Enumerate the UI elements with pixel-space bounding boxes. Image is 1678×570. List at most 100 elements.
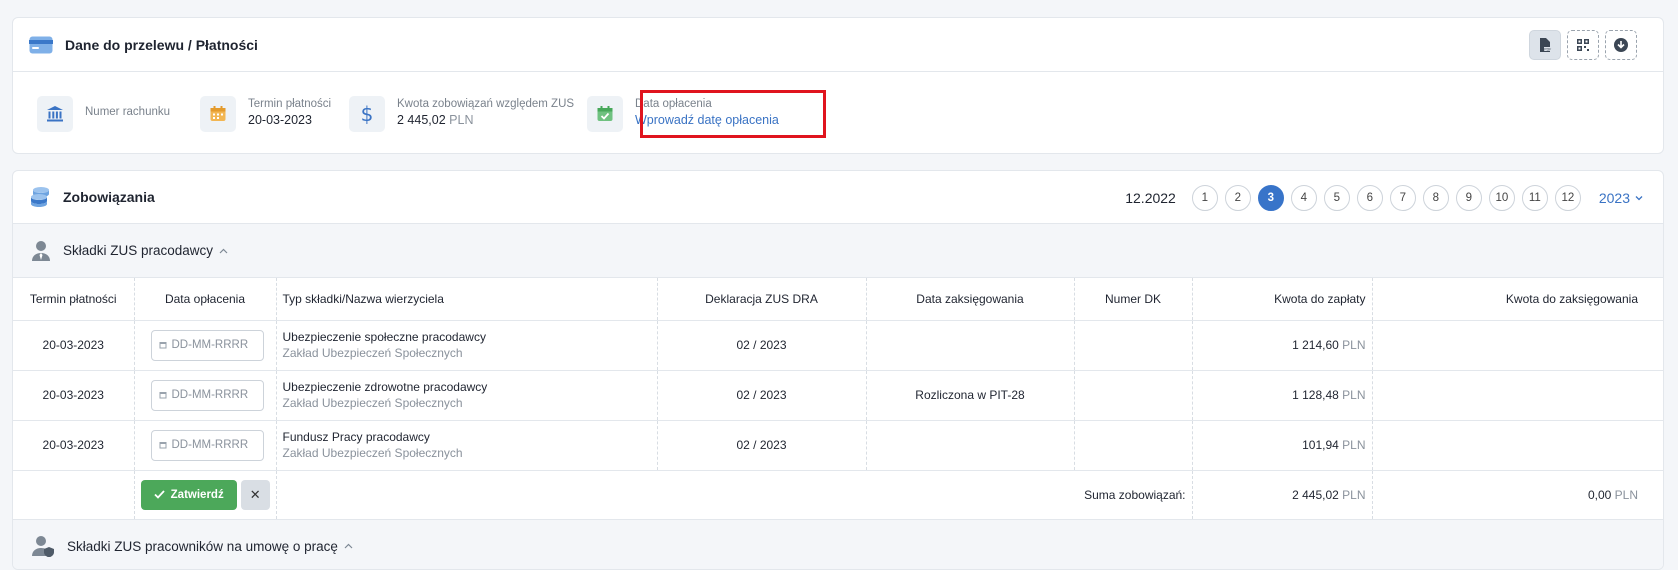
posting-cell bbox=[866, 420, 1074, 470]
obligations-title: Zobowiązania bbox=[63, 189, 155, 205]
enter-payment-date-link[interactable]: Wprowadź datę opłacenia bbox=[635, 112, 779, 129]
sum-label: Suma zobowiązań: bbox=[1084, 488, 1185, 502]
calendar-icon bbox=[200, 96, 236, 132]
due-date-item: Termin płatności 20-03-2023 bbox=[200, 96, 331, 132]
empty-cell bbox=[13, 470, 134, 519]
month-11[interactable]: 11 bbox=[1522, 185, 1548, 211]
month-1[interactable]: 1 bbox=[1192, 185, 1218, 211]
month-6[interactable]: 6 bbox=[1357, 185, 1383, 211]
obligations-card: Zobowiązania 12.2022 1 2 3 4 5 6 7 8 9 1… bbox=[12, 170, 1664, 570]
payment-date-cell: DD-MM-RRRR bbox=[134, 420, 276, 470]
calendar-check-icon bbox=[587, 96, 623, 132]
account-number-item: Numer rachunku bbox=[37, 96, 170, 132]
payment-date-cell: DD-MM-RRRR bbox=[134, 320, 276, 370]
dk-cell bbox=[1074, 420, 1192, 470]
section-employer-header[interactable]: Składki ZUS pracodawcy bbox=[13, 224, 1663, 278]
due-date-value: 20-03-2023 bbox=[248, 112, 331, 129]
payment-actions: PDF bbox=[1529, 30, 1637, 60]
month-3[interactable]: 3 bbox=[1258, 185, 1284, 211]
amount-post-cell bbox=[1372, 370, 1664, 420]
declaration-cell: 02 / 2023 bbox=[657, 420, 866, 470]
dollar-icon: $ bbox=[349, 96, 385, 132]
amount-cell: 1 214,60 PLN bbox=[1192, 320, 1372, 370]
credit-card-icon bbox=[29, 36, 53, 54]
year-select[interactable]: 2023 bbox=[1599, 190, 1643, 206]
coins-icon bbox=[29, 186, 51, 208]
col-type: Typ składki/Nazwa wierzyciela bbox=[276, 278, 657, 320]
employer-contributions-table: Termin płatności Data opłacenia Typ skła… bbox=[13, 278, 1664, 520]
action-cell: Zatwierdź ✕ bbox=[134, 470, 276, 519]
download-button[interactable] bbox=[1605, 30, 1637, 60]
amount-currency: PLN bbox=[449, 113, 473, 127]
pdf-button[interactable]: PDF bbox=[1529, 30, 1561, 60]
sum-label-cell: Suma zobowiązań: bbox=[276, 470, 1192, 519]
date-placeholder: DD-MM-RRRR bbox=[172, 389, 249, 401]
month-8[interactable]: 8 bbox=[1423, 185, 1449, 211]
payment-card: Dane do przelewu / Płatności PDF bbox=[12, 17, 1664, 154]
person-shield-icon bbox=[31, 535, 55, 557]
close-icon: ✕ bbox=[250, 487, 261, 503]
month-selector: 12.2022 1 2 3 4 5 6 7 8 9 10 11 12 2023 bbox=[1125, 185, 1643, 211]
payment-date-input[interactable]: DD-MM-RRRR bbox=[151, 430, 264, 461]
qr-code-button[interactable] bbox=[1567, 30, 1599, 60]
payment-date-cell: DD-MM-RRRR bbox=[134, 370, 276, 420]
amount-label: Kwota zobowiązań względem ZUS bbox=[397, 97, 574, 112]
section-employer-title: Składki ZUS pracodawcy bbox=[63, 243, 213, 258]
amount-value: 2 445,02 PLN bbox=[397, 112, 574, 129]
declaration-cell: 02 / 2023 bbox=[657, 370, 866, 420]
month-12[interactable]: 12 bbox=[1555, 185, 1581, 211]
amount-item: $ Kwota zobowiązań względem ZUS 2 445,02… bbox=[349, 96, 574, 132]
payment-date-input[interactable]: DD-MM-RRRR bbox=[151, 380, 264, 411]
calendar-icon bbox=[159, 391, 167, 399]
calendar-icon bbox=[159, 341, 167, 349]
month-10[interactable]: 10 bbox=[1489, 185, 1515, 211]
payment-date-item: Data opłacenia Wprowadź datę opłacenia bbox=[587, 96, 779, 132]
dk-cell bbox=[1074, 370, 1192, 420]
payment-header: Dane do przelewu / Płatności PDF bbox=[13, 18, 1663, 72]
sum-posted-cell: 0,00 PLN bbox=[1372, 470, 1664, 519]
year-value: 2023 bbox=[1599, 190, 1630, 206]
month-7[interactable]: 7 bbox=[1390, 185, 1416, 211]
due-date-cell: 20-03-2023 bbox=[13, 420, 134, 470]
posting-cell bbox=[866, 320, 1074, 370]
month-4[interactable]: 4 bbox=[1291, 185, 1317, 211]
table-row: 20-03-2023 DD-MM-RRRR Ubezpieczenie społ… bbox=[13, 320, 1664, 370]
date-placeholder: DD-MM-RRRR bbox=[172, 339, 249, 351]
amount-post-cell bbox=[1372, 320, 1664, 370]
cancel-button[interactable]: ✕ bbox=[241, 480, 270, 510]
sum-row: Zatwierdź ✕ Suma zobowiązań: 2 445,02 PL… bbox=[13, 470, 1664, 519]
pdf-icon: PDF bbox=[1538, 37, 1552, 53]
type-cell: Fundusz Pracy pracodawcy Zakład Ubezpiec… bbox=[276, 420, 657, 470]
section-employees-title: Składki ZUS pracowników na umowę o pracę bbox=[67, 539, 338, 554]
posting-cell: Rozliczona w PIT-28 bbox=[866, 370, 1074, 420]
payment-date-label: Data opłacenia bbox=[635, 97, 779, 112]
contribution-name: Ubezpieczenie zdrowotne pracodawcy bbox=[283, 379, 651, 395]
month-2[interactable]: 2 bbox=[1225, 185, 1251, 211]
person-tie-icon bbox=[31, 240, 51, 262]
table-row: 20-03-2023 DD-MM-RRRR Fundusz Pracy prac… bbox=[13, 420, 1664, 470]
bank-icon bbox=[37, 96, 73, 132]
confirm-button[interactable]: Zatwierdź bbox=[141, 480, 237, 510]
section-employees-header[interactable]: Składki ZUS pracowników na umowę o pracę bbox=[13, 520, 1663, 570]
col-amount-due: Kwota do zapłaty bbox=[1192, 278, 1372, 320]
col-posting-date: Data zaksięgowania bbox=[866, 278, 1074, 320]
amount-cell: 1 128,48 PLN bbox=[1192, 370, 1372, 420]
period-label[interactable]: 12.2022 bbox=[1125, 190, 1176, 206]
month-5[interactable]: 5 bbox=[1324, 185, 1350, 211]
contribution-name: Ubezpieczenie społeczne pracodawcy bbox=[283, 329, 651, 345]
due-date-cell: 20-03-2023 bbox=[13, 320, 134, 370]
due-date-label: Termin płatności bbox=[248, 97, 331, 112]
payment-details: Numer rachunku Termin płatności 20-03-20… bbox=[13, 72, 1663, 154]
payment-date-input[interactable]: DD-MM-RRRR bbox=[151, 330, 264, 361]
creditor-name: Zakład Ubezpieczeń Społecznych bbox=[283, 445, 651, 461]
month-9[interactable]: 9 bbox=[1456, 185, 1482, 211]
table-header-row: Termin płatności Data opłacenia Typ skła… bbox=[13, 278, 1664, 320]
confirm-label: Zatwierdź bbox=[171, 489, 224, 501]
type-cell: Ubezpieczenie społeczne pracodawcy Zakła… bbox=[276, 320, 657, 370]
payment-title: Dane do przelewu / Płatności bbox=[65, 37, 258, 53]
creditor-name: Zakład Ubezpieczeń Społecznych bbox=[283, 395, 651, 411]
col-due-date: Termin płatności bbox=[13, 278, 134, 320]
col-dk-number: Numer DK bbox=[1074, 278, 1192, 320]
qr-code-icon bbox=[1576, 38, 1590, 52]
col-payment-date: Data opłacenia bbox=[134, 278, 276, 320]
